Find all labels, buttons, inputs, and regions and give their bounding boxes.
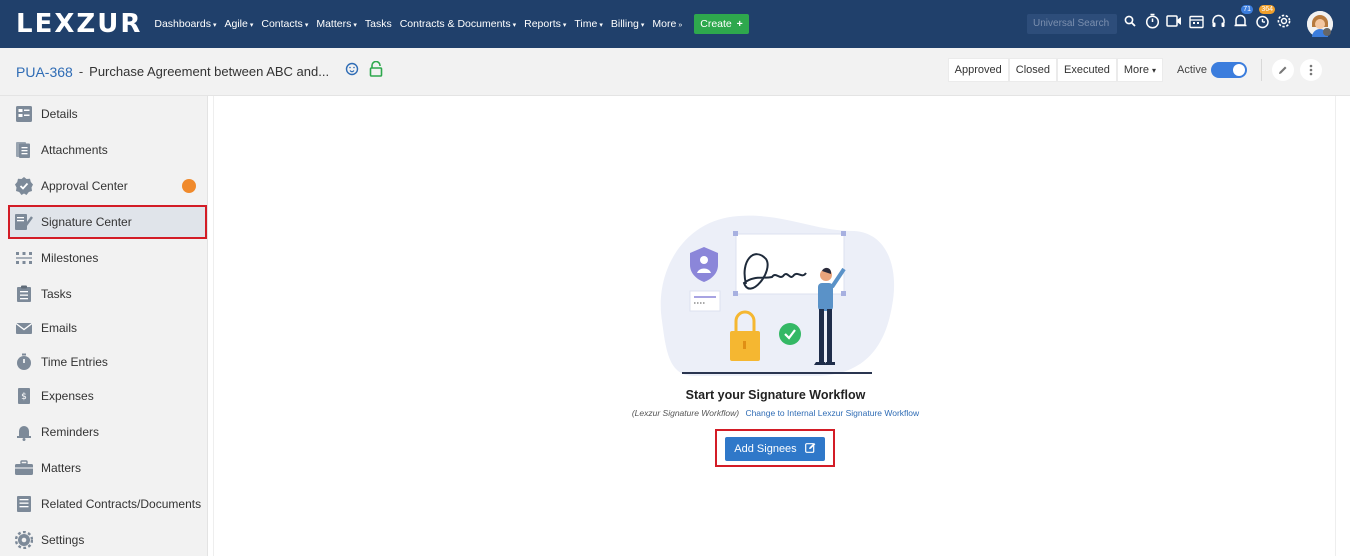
sidebar-item-related-contracts[interactable]: Related Contracts/Documents	[9, 488, 206, 520]
signature-icon	[13, 211, 35, 233]
active-toggle[interactable]	[1211, 62, 1247, 78]
menu-tasks[interactable]: Tasks	[365, 18, 392, 30]
status-actions: Approved Closed Executed More ▾ Active	[947, 58, 1350, 82]
record-separator: -	[78, 64, 84, 79]
search-icon[interactable]	[1122, 12, 1138, 30]
stopwatch-icon[interactable]	[1144, 12, 1160, 30]
notifications-badge: 71	[1241, 5, 1253, 14]
sidebar-item-approval-center[interactable]: Approval Center	[9, 170, 206, 202]
chevron-down-icon: ▾	[1152, 66, 1157, 75]
change-workflow-link[interactable]: Change to Internal Lexzur Signature Work…	[745, 408, 919, 418]
record-title: Purchase Agreement between ABC and...	[89, 64, 330, 79]
record-header: PUA-368 - Purchase Agreement between ABC…	[0, 48, 1350, 96]
details-icon	[13, 103, 35, 125]
email-icon	[13, 317, 35, 339]
universal-search-input[interactable]: Universal Search	[1027, 14, 1117, 34]
user-avatar[interactable]	[1307, 11, 1333, 37]
sidebar-item-details[interactable]: Details	[9, 98, 206, 130]
video-icon[interactable]	[1166, 12, 1182, 30]
workflow-subtitle: (Lexzur Signature Workflow) Change to In…	[214, 408, 1337, 418]
approved-button[interactable]: Approved	[947, 58, 1009, 82]
related-docs-icon	[13, 493, 35, 515]
menu-time[interactable]: Time ▾	[574, 18, 602, 30]
header-divider	[1261, 59, 1262, 81]
clock-icon	[345, 62, 359, 81]
sidebar-item-time-entries[interactable]: Time Entries	[9, 346, 206, 378]
reminder-clock-icon[interactable]: 364	[1254, 5, 1275, 30]
unlock-icon[interactable]	[369, 60, 383, 82]
briefcase-icon	[13, 457, 35, 479]
menu-reports[interactable]: Reports ▾	[524, 18, 566, 30]
sidebar-item-signature-center[interactable]: Signature Center	[8, 205, 207, 239]
settings-icon	[13, 529, 35, 551]
top-navbar: LEXZUR Dashboards ▾ Agile ▾ Contacts ▾ Matt…	[0, 0, 1350, 48]
record-id-link[interactable]: PUA-368	[16, 64, 73, 80]
gear-icon[interactable]	[1276, 12, 1292, 30]
approval-icon	[13, 175, 35, 197]
expenses-icon: $	[13, 385, 35, 407]
nav-icon-bar: 71 364	[1122, 5, 1298, 30]
milestones-icon	[13, 247, 35, 269]
workflow-mode-label: (Lexzur Signature Workflow)	[631, 408, 740, 418]
menu-matters[interactable]: Matters ▾	[316, 18, 357, 30]
signature-workflow-illustration	[660, 215, 895, 376]
sidebar: Details Attachments Approval Center Sign…	[0, 96, 208, 556]
sidebar-item-matters[interactable]: Matters	[9, 452, 206, 484]
create-button[interactable]: Create +	[694, 14, 749, 34]
main-menu: Dashboards ▾ Agile ▾ Contacts ▾ Matters ▾ Ta…	[154, 14, 749, 34]
add-signees-highlight: Add Signees	[715, 429, 835, 467]
bell-icon	[13, 421, 35, 443]
sidebar-item-expenses[interactable]: $ Expenses	[9, 380, 206, 412]
attachments-icon	[13, 139, 35, 161]
sidebar-item-milestones[interactable]: Milestones	[9, 242, 206, 274]
record-status-icons	[345, 60, 383, 82]
svg-text:$: $	[21, 392, 27, 402]
sidebar-item-tasks[interactable]: Tasks	[9, 278, 206, 310]
menu-billing[interactable]: Billing ▾	[611, 18, 645, 30]
menu-agile[interactable]: Agile ▾	[225, 18, 254, 30]
sidebar-item-attachments[interactable]: Attachments	[9, 134, 206, 166]
menu-contracts-documents[interactable]: Contracts & Documents ▾	[400, 18, 516, 30]
sidebar-item-reminders[interactable]: Reminders	[9, 416, 206, 448]
active-label: Active	[1177, 64, 1207, 76]
kebab-menu-icon[interactable]	[1300, 59, 1322, 81]
app-logo[interactable]: LEXZUR	[16, 9, 142, 39]
headset-icon[interactable]	[1210, 12, 1226, 30]
menu-more[interactable]: More»	[652, 18, 682, 30]
edit-icon	[804, 442, 816, 456]
workflow-title: Start your Signature Workflow	[685, 388, 866, 402]
menu-contacts[interactable]: Contacts ▾	[261, 18, 308, 30]
signature-center-panel: Start your Signature Workflow (Lexzur Si…	[213, 96, 1336, 556]
add-signees-button[interactable]: Add Signees	[725, 437, 825, 461]
sidebar-item-settings[interactable]: Settings	[9, 524, 206, 556]
executed-button[interactable]: Executed	[1057, 58, 1117, 82]
bell-icon[interactable]: 71	[1232, 5, 1253, 30]
closed-button[interactable]: Closed	[1008, 58, 1058, 82]
approval-pending-badge	[182, 179, 196, 193]
stopwatch-icon	[13, 351, 35, 373]
pencil-icon[interactable]	[1272, 59, 1294, 81]
menu-dashboards[interactable]: Dashboards ▾	[154, 18, 216, 30]
reminders-badge: 364	[1259, 5, 1275, 14]
more-dropdown[interactable]: More ▾	[1116, 58, 1164, 82]
tasks-icon	[13, 283, 35, 305]
sidebar-item-emails[interactable]: Emails	[9, 312, 206, 344]
calendar-icon[interactable]	[1188, 12, 1204, 30]
